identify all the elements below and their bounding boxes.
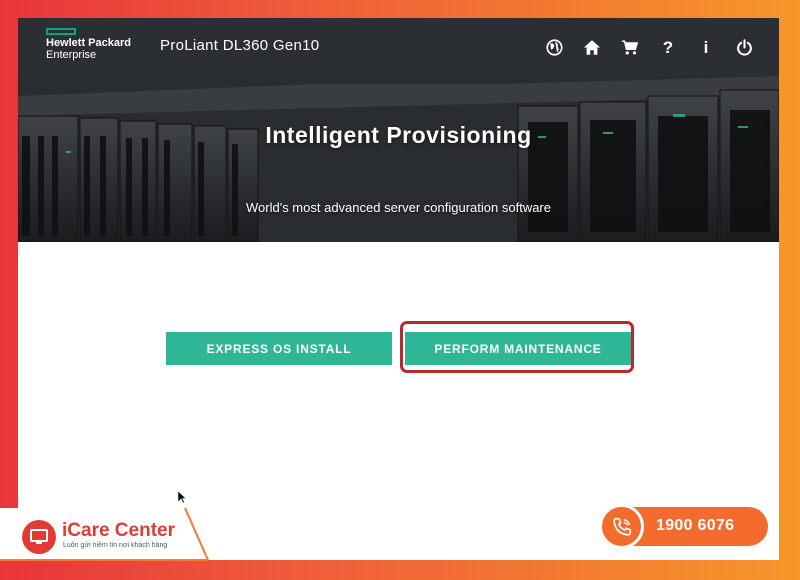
- logo-line1: Hewlett Packard: [46, 37, 131, 49]
- hotline-number: 1900 6076: [656, 517, 735, 534]
- phone-icon: [599, 504, 644, 549]
- server-racks-image: [18, 76, 779, 242]
- power-icon[interactable]: [729, 35, 759, 59]
- home-icon[interactable]: [577, 35, 607, 59]
- mouse-cursor-icon: [178, 491, 187, 504]
- hpe-logo-mark: [46, 28, 76, 35]
- hotline-badge[interactable]: 1900 6076: [599, 504, 768, 549]
- info-icon[interactable]: i: [691, 35, 721, 59]
- product-name: ProLiant DL360 Gen10: [160, 37, 320, 54]
- brand-tagline: Luôn gửi niềm tin nơi khách hàng: [63, 542, 168, 549]
- help-icon[interactable]: ?: [653, 35, 683, 59]
- hpe-logo: Hewlett Packard Enterprise: [46, 28, 138, 61]
- express-os-install-button[interactable]: EXPRESS OS INSTALL: [166, 332, 392, 365]
- cart-icon[interactable]: [615, 35, 645, 59]
- hero-title: Intelligent Provisioning: [265, 122, 532, 148]
- hero-subtitle: World's most advanced server configurati…: [246, 200, 551, 215]
- brand-name: iCare Center: [62, 520, 175, 541]
- top-bar: Hewlett Packard Enterprise ProLiant DL36…: [18, 18, 779, 76]
- info-glyph: i: [703, 37, 709, 57]
- icare-logo-icon: [22, 520, 56, 554]
- provisioning-screen: Hewlett Packard Enterprise ProLiant DL36…: [18, 18, 779, 560]
- globe-icon[interactable]: [539, 35, 569, 59]
- logo-line2: Enterprise: [46, 49, 97, 61]
- icare-brand: iCare Center Luôn gửi niềm tin nơi khách…: [0, 508, 210, 580]
- help-glyph: ?: [662, 37, 674, 57]
- header-icons: ? i: [531, 35, 759, 59]
- perform-maintenance-button[interactable]: PERFORM MAINTENANCE: [405, 332, 631, 365]
- hero-banner: Intelligent Provisioning World's most ad…: [18, 76, 779, 242]
